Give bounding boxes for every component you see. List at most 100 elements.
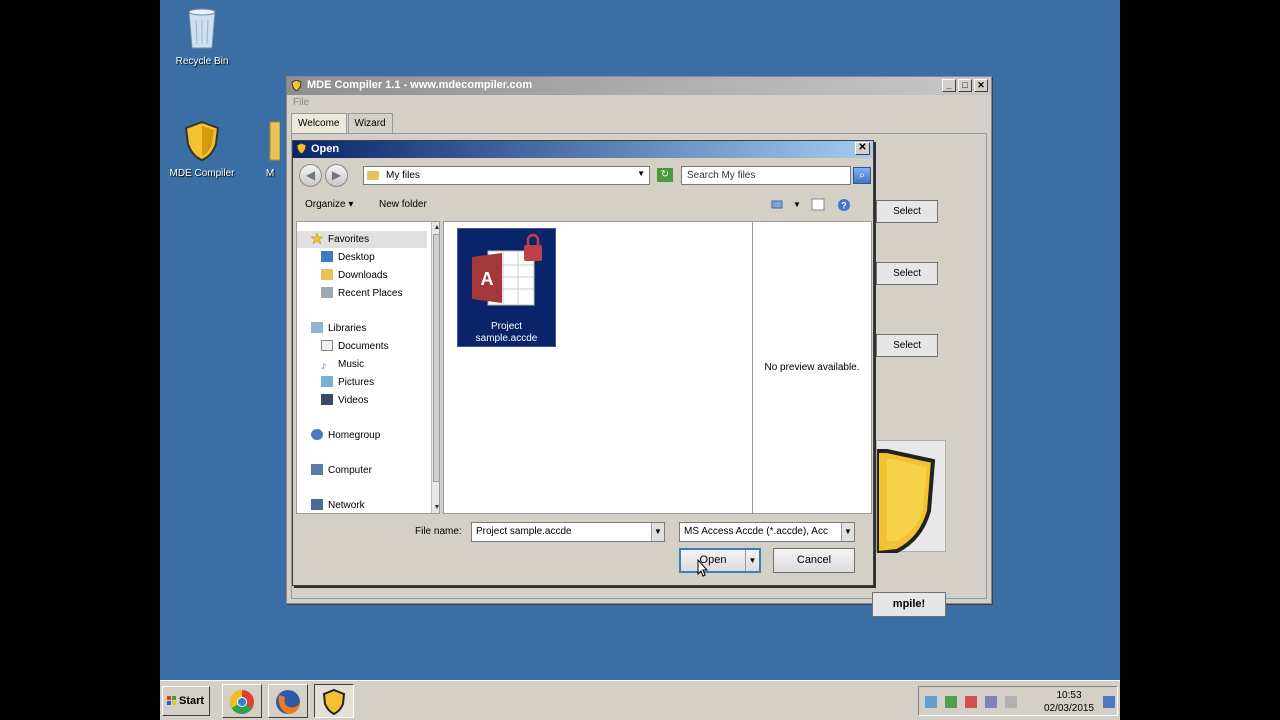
nav-label: Pictures xyxy=(338,377,375,388)
navigation-bar: ◀ ▶ My files ▼ ↻ Search My files ⌕ xyxy=(295,161,871,189)
scroll-up-icon[interactable]: ▲ xyxy=(432,222,439,233)
mouse-cursor-icon xyxy=(697,559,709,577)
address-path: My files xyxy=(386,170,420,181)
nav-label: Downloads xyxy=(338,270,388,281)
tray-app-icon[interactable] xyxy=(945,696,957,708)
documents-icon xyxy=(321,340,333,351)
forward-icon[interactable]: ▶ xyxy=(325,164,348,187)
desktop-icon xyxy=(321,251,333,262)
new-folder-button[interactable]: New folder xyxy=(379,199,427,210)
command-bar: Organize ▾ New folder ▼ ? xyxy=(295,193,871,217)
tab-welcome[interactable]: Welcome xyxy=(291,113,347,133)
address-bar[interactable]: My files ▼ xyxy=(363,166,650,185)
computer-icon xyxy=(311,464,323,475)
shield-icon xyxy=(322,688,346,716)
desktop-icon-mde-compiler[interactable]: MDE Compiler xyxy=(160,120,244,179)
nav-label: Favorites xyxy=(328,234,370,245)
help-icon[interactable]: ? xyxy=(837,198,851,211)
navigation-pane: Favorites Desktop Downloads Recent Place… xyxy=(296,221,440,514)
folder-icon xyxy=(240,120,281,165)
cancel-button[interactable]: Cancel xyxy=(773,548,855,573)
desktop-icon-folder[interactable]: M xyxy=(240,120,281,179)
tray-update-icon[interactable] xyxy=(985,696,997,708)
tray-flag-icon[interactable] xyxy=(965,696,977,708)
shield-logo xyxy=(875,440,946,556)
nav-videos[interactable]: Videos xyxy=(297,392,368,409)
nav-homegroup[interactable]: Homegroup xyxy=(297,427,380,444)
app-titlebar[interactable]: MDE Compiler 1.1 - www.mdecompiler.com _… xyxy=(287,77,991,95)
shield-icon xyxy=(875,449,936,556)
nav-documents[interactable]: Documents xyxy=(297,338,389,355)
open-button[interactable]: Open ▼ xyxy=(679,548,761,573)
nav-label: Desktop xyxy=(338,252,375,263)
taskbar-chrome[interactable] xyxy=(222,684,262,718)
start-label: Start xyxy=(179,695,205,707)
chevron-down-icon[interactable]: ▼ xyxy=(651,523,664,541)
nav-music[interactable]: ♪ Music xyxy=(297,356,364,373)
nav-label: Libraries xyxy=(328,323,367,334)
maximize-icon[interactable]: □ xyxy=(958,79,972,92)
filename-label: File name: xyxy=(415,526,462,537)
volume-icon[interactable] xyxy=(1005,696,1017,708)
filetype-select[interactable]: MS Access Accde (*.accde), Acc xyxy=(679,522,855,542)
preview-pane-icon[interactable] xyxy=(811,198,825,211)
select-button-1[interactable]: Select xyxy=(876,200,938,223)
nav-network[interactable]: Network xyxy=(297,497,365,513)
search-icon[interactable]: ⌕ xyxy=(853,167,871,184)
scroll-thumb[interactable] xyxy=(433,234,439,482)
nav-desktop[interactable]: Desktop xyxy=(297,249,375,266)
desktop-icon-recycle-bin[interactable]: Recycle Bin xyxy=(160,6,244,67)
nav-label: Videos xyxy=(338,395,369,406)
shield-icon xyxy=(291,79,302,94)
clock-date: 02/03/2015 xyxy=(1043,703,1095,714)
taskbar-mde-compiler[interactable] xyxy=(314,684,354,718)
search-input[interactable]: Search My files xyxy=(681,166,851,185)
nav-pictures[interactable]: Pictures xyxy=(297,374,374,391)
compile-button[interactable]: mpile! xyxy=(872,592,946,617)
nav-scrollbar[interactable]: ▲ ▼ xyxy=(431,222,439,513)
nav-downloads[interactable]: Downloads xyxy=(297,267,387,284)
clock-time: 10:53 xyxy=(1056,690,1082,701)
chevron-down-icon[interactable]: ▼ xyxy=(793,200,807,213)
access-file-icon: A xyxy=(472,233,542,306)
desktop-icon-label: M xyxy=(265,168,275,179)
select-button-3[interactable]: Select xyxy=(876,334,938,357)
nav-favorites[interactable]: Favorites xyxy=(297,231,427,248)
file-item-project-sample[interactable]: A Project sample.accde xyxy=(457,228,556,347)
chevron-down-icon[interactable]: ▼ xyxy=(841,523,854,541)
organize-button[interactable]: Organize ▾ xyxy=(305,199,353,210)
tray-network-icon[interactable] xyxy=(925,696,937,708)
dialog-title-text: Open xyxy=(311,143,340,155)
taskbar-firefox[interactable] xyxy=(268,684,308,718)
select-button-2[interactable]: Select xyxy=(876,262,938,285)
windows-flag-icon xyxy=(167,696,176,705)
chevron-down-icon[interactable]: ▼ xyxy=(745,550,759,571)
scroll-down-icon[interactable]: ▼ xyxy=(432,502,439,513)
file-list: A Project sample.accde xyxy=(443,221,752,514)
close-icon[interactable]: ✕ xyxy=(974,79,988,92)
libraries-icon xyxy=(311,322,323,333)
clock[interactable]: 10:53 02/03/2015 xyxy=(1037,689,1101,715)
view-options-icon[interactable] xyxy=(771,198,785,211)
refresh-icon[interactable]: ↻ xyxy=(657,168,673,182)
nav-recent-places[interactable]: Recent Places xyxy=(297,285,402,302)
dialog-titlebar[interactable]: Open ✕ xyxy=(293,141,873,158)
back-icon[interactable]: ◀ xyxy=(299,164,322,187)
app-title-text: MDE Compiler 1.1 - www.mdecompiler.com xyxy=(307,79,533,91)
access-letter: A xyxy=(481,269,494,289)
start-button[interactable]: Start xyxy=(162,686,210,716)
minimize-icon[interactable]: _ xyxy=(942,79,956,92)
recycle-bin-icon xyxy=(160,6,244,53)
filename-input[interactable]: Project sample.accde xyxy=(471,522,665,542)
system-tray: 10:53 02/03/2015 xyxy=(918,686,1118,716)
close-icon[interactable]: ✕ xyxy=(855,142,870,155)
nav-libraries[interactable]: Libraries xyxy=(297,320,366,337)
nav-computer[interactable]: Computer xyxy=(297,462,372,479)
menu-file[interactable]: File xyxy=(287,95,991,111)
svg-text:?: ? xyxy=(841,201,847,211)
star-icon xyxy=(310,232,324,245)
tab-wizard[interactable]: Wizard xyxy=(347,113,393,133)
nav-label: Computer xyxy=(328,465,372,476)
show-desktop-icon[interactable] xyxy=(1103,696,1115,708)
chevron-down-icon[interactable]: ▼ xyxy=(637,169,645,178)
